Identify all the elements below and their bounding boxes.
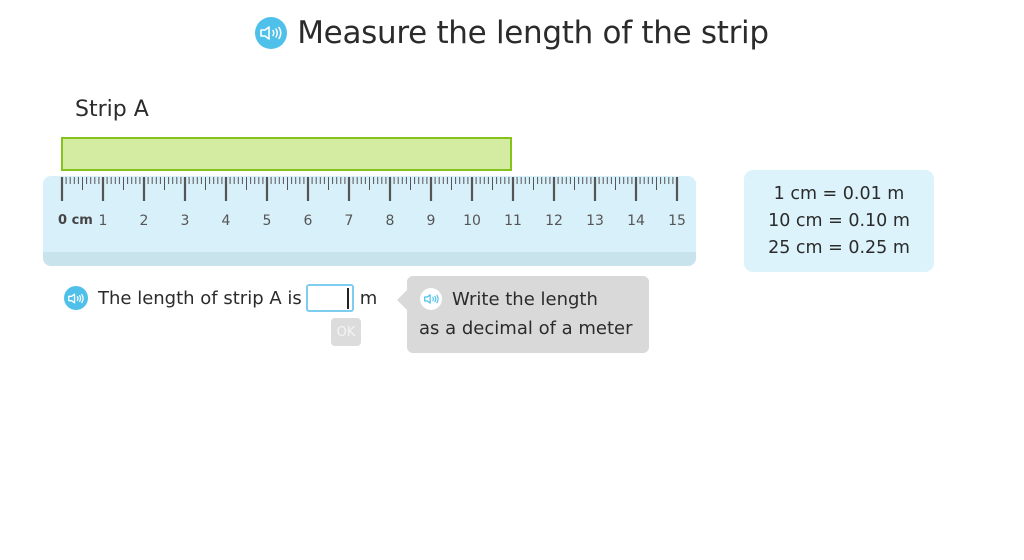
ruler-bottom-edge — [43, 252, 696, 266]
ruler-tick-label: 2 — [139, 213, 149, 229]
ok-button[interactable]: OK — [331, 318, 361, 346]
ruler-tick-label: 13 — [586, 213, 604, 229]
ruler-tick-label: 8 — [385, 213, 395, 229]
ruler-tick-label: 5 — [262, 213, 272, 229]
unit-label: m — [359, 287, 378, 309]
ruler-ticks — [60, 177, 679, 201]
ruler-tick-label: 10 — [463, 213, 481, 229]
ruler-tick-label: 3 — [180, 213, 190, 229]
ruler-tick-label: 6 — [303, 213, 313, 229]
ruler-tick-label: 9 — [426, 213, 436, 229]
question-row: The length of strip A is m — [64, 284, 377, 312]
ruler-zero-label: 0 cm — [58, 213, 93, 228]
speaker-icon[interactable] — [255, 17, 288, 49]
conversion-line: 1 cm = 0.01 m — [773, 183, 905, 204]
hint-bubble: Write the length as a decimal of a meter — [397, 276, 649, 353]
ruler-tick-label: 7 — [344, 213, 354, 229]
ruler-tick-label: 11 — [504, 213, 522, 229]
ruler-tick-label: 15 — [668, 213, 686, 229]
strip-a — [61, 137, 512, 171]
ruler-tick-label: 4 — [221, 213, 231, 229]
hint-text-line2: as a decimal of a meter — [419, 318, 633, 339]
speaker-icon[interactable] — [64, 286, 88, 310]
conversion-line: 25 cm = 0.25 m — [768, 237, 910, 258]
ruler-tick-label: 1 — [98, 213, 108, 229]
answer-input[interactable] — [305, 284, 354, 312]
ruler-tick-label: 14 — [627, 213, 645, 229]
conversion-box: 1 cm = 0.01 m 10 cm = 0.10 m 25 cm = 0.2… — [744, 170, 934, 272]
page-title-row: Measure the length of the strip — [0, 12, 1024, 51]
hint-text-line1: Write the length — [452, 288, 598, 310]
question-text: The length of strip A is — [98, 287, 302, 309]
strip-label: Strip A — [75, 97, 149, 122]
ruler-tick-label: 12 — [545, 213, 563, 229]
speaker-icon[interactable] — [420, 288, 442, 310]
page-title: Measure the length of the strip — [297, 15, 769, 51]
conversion-line: 10 cm = 0.10 m — [768, 210, 910, 231]
ruler[interactable]: 0 cm 1 2 3 4 5 6 7 8 9 10 11 12 13 14 15 — [43, 176, 696, 266]
text-caret — [346, 288, 349, 309]
